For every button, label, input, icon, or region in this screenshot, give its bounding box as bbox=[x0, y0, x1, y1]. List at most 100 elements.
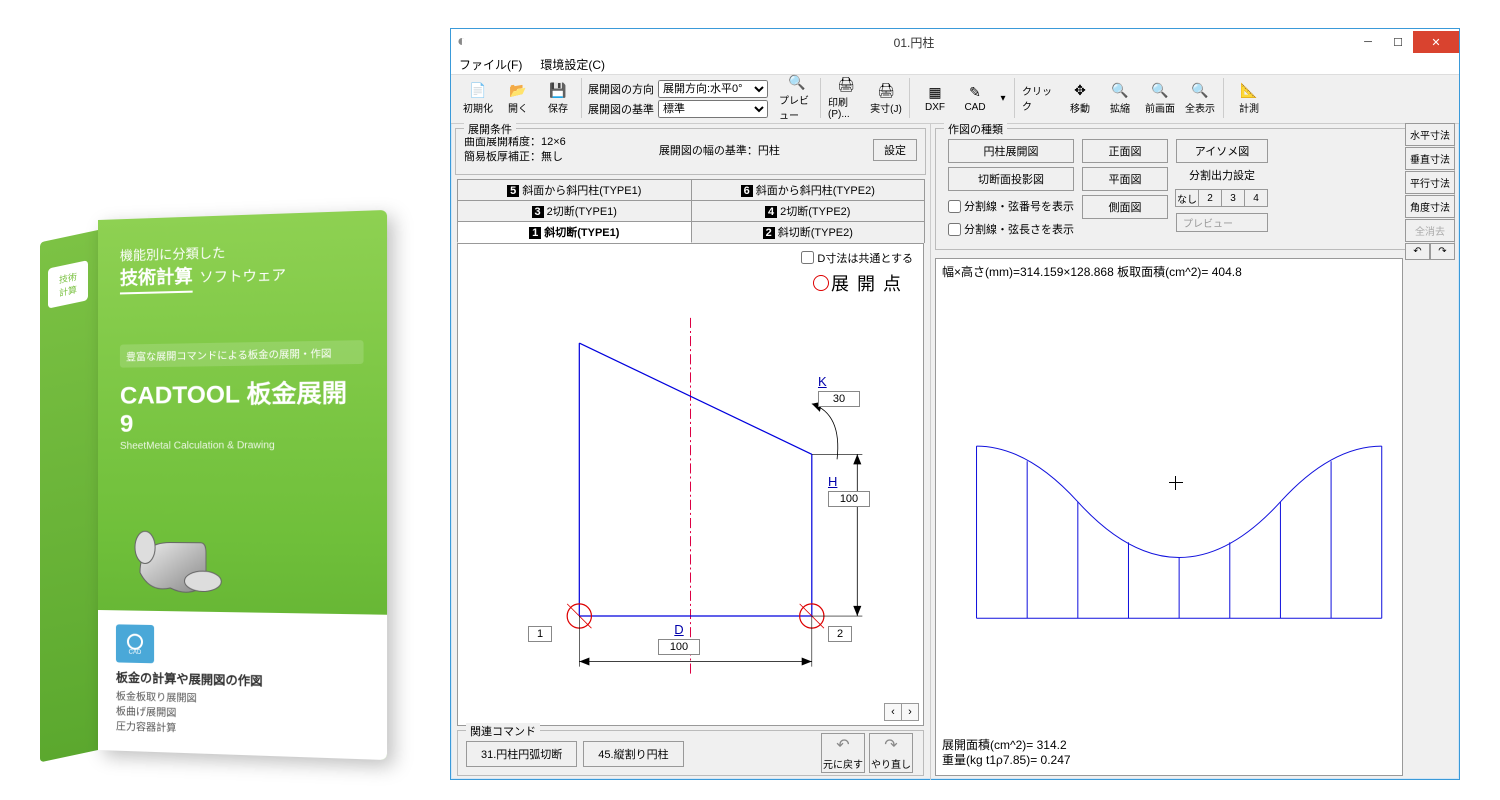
split-preview-button[interactable]: プレビュー bbox=[1176, 213, 1268, 232]
tab-2[interactable]: 2斜切断(TYPE2) bbox=[691, 221, 926, 243]
d-input[interactable] bbox=[658, 639, 700, 655]
chord-length-checkbox[interactable]: 分割線・弦長さを表示 bbox=[948, 221, 1074, 237]
point2-label bbox=[828, 626, 852, 642]
related-btn-1[interactable]: 31.円柱円弧切断 bbox=[466, 741, 577, 767]
print-button[interactable]: 🖨印刷(P)... bbox=[827, 78, 865, 118]
unfold-view-button[interactable]: 円柱展開図 bbox=[948, 139, 1074, 163]
adim-button[interactable]: 角度寸法 bbox=[1405, 195, 1455, 218]
split-2-button[interactable]: 2 bbox=[1198, 189, 1222, 207]
redo-icon: ↷ bbox=[884, 735, 897, 755]
base-select[interactable]: 標準 bbox=[658, 100, 768, 118]
cad-button[interactable]: ✎CAD bbox=[956, 78, 994, 118]
magnifier-icon: 🔍 bbox=[788, 74, 806, 91]
realsize-button[interactable]: 🖨実寸(J) bbox=[867, 78, 905, 118]
settings-button[interactable]: 設定 bbox=[873, 139, 917, 161]
dim-undo-button[interactable]: ↶ bbox=[1405, 243, 1430, 260]
base-label: 展開図の基準 bbox=[588, 101, 654, 117]
save-button[interactable]: 💾保存 bbox=[539, 78, 577, 118]
spine-logo: 技術計算 bbox=[48, 260, 88, 309]
printer-icon: 🖨 bbox=[877, 81, 895, 99]
figure-types-group: 作図の種類 円柱展開図 切断面投影図 分割線・弦番号を表示 分割線・弦長さを表示… bbox=[935, 128, 1455, 250]
clear-dims-button[interactable]: 全消去 bbox=[1405, 219, 1455, 242]
product-box: 技術計算 機能別に分類した 技術計算 ソフトウェア 豊富な展開コマンドによる板金… bbox=[40, 220, 380, 770]
zoom-icon: 🔍 bbox=[1111, 81, 1129, 99]
box-title-en: SheetMetal Calculation & Drawing bbox=[120, 439, 364, 451]
window-title: 01.円柱 bbox=[475, 34, 1353, 51]
hdim-button[interactable]: 水平寸法 bbox=[1405, 123, 1455, 146]
click-mode-button[interactable]: クリック bbox=[1021, 78, 1059, 118]
box-title: CADTOOL 板金展開 9 bbox=[120, 372, 364, 439]
close-button[interactable]: ✕ bbox=[1413, 31, 1459, 53]
direction-select[interactable]: 展開方向:水平0° bbox=[658, 80, 768, 98]
point1-label bbox=[528, 626, 552, 642]
related-btn-2[interactable]: 45.縦割り円柱 bbox=[583, 741, 683, 767]
box-front: 機能別に分類した 技術計算 ソフトウェア 豊富な展開コマンドによる板金の展開・作… bbox=[98, 210, 387, 760]
plan-view-button[interactable]: 平面図 bbox=[1082, 167, 1168, 191]
box-white-title: 板金の計算や展開図の作図 bbox=[116, 668, 368, 692]
printer-icon: 🖨 bbox=[837, 76, 855, 93]
open-button[interactable]: 📂開く bbox=[499, 78, 537, 118]
split-4-button[interactable]: 4 bbox=[1244, 189, 1268, 207]
iso-view-button[interactable]: アイソメ図 bbox=[1176, 139, 1268, 163]
conditions-group: 展開条件 曲面展開精度：12×6 簡易板厚補正：無し 展開図の幅の基準：円柱 設… bbox=[455, 128, 926, 175]
box-white-panel: CAD 板金の計算や展開図の作図 板金板取り展開図 板曲げ展開図 圧力容器計算 bbox=[98, 610, 387, 760]
left-panel: 展開条件 曲面展開精度：12×6 簡易板厚補正：無し 展開図の幅の基準：円柱 設… bbox=[451, 124, 931, 780]
tab-4[interactable]: 42切断(TYPE2) bbox=[691, 200, 926, 221]
app-icon: ◐ bbox=[457, 33, 475, 51]
split-3-button[interactable]: 3 bbox=[1221, 189, 1245, 207]
undo-button[interactable]: ↶元に戻す bbox=[821, 733, 865, 773]
tab-6[interactable]: 6斜面から斜円柱(TYPE2) bbox=[691, 179, 926, 200]
right-panel: 作図の種類 円柱展開図 切断面投影図 分割線・弦番号を表示 分割線・弦長さを表示… bbox=[931, 124, 1459, 780]
menu-env[interactable]: 環境設定(C) bbox=[540, 56, 605, 73]
tab-next-button[interactable]: › bbox=[901, 703, 919, 721]
box-spine: 技術計算 bbox=[40, 230, 98, 762]
dropdown-button[interactable]: ▾ bbox=[996, 78, 1010, 118]
chevron-down-icon: ▾ bbox=[1000, 93, 1005, 104]
vdim-button[interactable]: 垂直寸法 bbox=[1405, 147, 1455, 170]
measure-button[interactable]: 📐計測 bbox=[1230, 78, 1268, 118]
tab-3[interactable]: 32切断(TYPE1) bbox=[457, 200, 692, 221]
canvas-info-text: 幅×高さ(mm)=314.159×128.868 板取面積(cm^2)= 404… bbox=[942, 263, 1242, 280]
back-icon: 🔍 bbox=[1151, 81, 1169, 99]
diagram-panel: D寸法は共通とする 展開点 bbox=[457, 243, 924, 726]
dxf-button[interactable]: ▦DXF bbox=[916, 78, 954, 118]
move-icon: ✥ bbox=[1071, 81, 1089, 99]
side-view-button[interactable]: 側面図 bbox=[1082, 195, 1168, 219]
drawing-canvas[interactable]: 幅×高さ(mm)=314.159×128.868 板取面積(cm^2)= 404… bbox=[935, 258, 1403, 776]
unfold-svg bbox=[936, 259, 1402, 775]
pdim-button[interactable]: 平行寸法 bbox=[1405, 171, 1455, 194]
dxf-icon: ▦ bbox=[926, 83, 944, 101]
init-button[interactable]: 📄初期化 bbox=[459, 78, 497, 118]
direction-label: 展開図の方向 bbox=[588, 81, 654, 97]
tab-prev-button[interactable]: ‹ bbox=[884, 703, 902, 721]
menu-file[interactable]: ファイル(F) bbox=[459, 56, 522, 73]
minimize-button[interactable]: ─ bbox=[1353, 31, 1383, 53]
tab-nav: ‹ › bbox=[885, 703, 919, 721]
h-input[interactable] bbox=[828, 491, 870, 507]
k-label: K bbox=[818, 374, 860, 389]
box-tagline-bold: 技術計算 bbox=[120, 262, 193, 294]
prev-view-button[interactable]: 🔍前画面 bbox=[1141, 78, 1179, 118]
section-view-button[interactable]: 切断面投影図 bbox=[948, 167, 1074, 191]
dimension-sidebar: 水平寸法 垂直寸法 平行寸法 角度寸法 全消去 ↶ ↷ bbox=[1405, 123, 1455, 260]
maximize-button[interactable]: ☐ bbox=[1383, 31, 1413, 53]
preview-button[interactable]: 🔍プレビュー bbox=[778, 78, 816, 118]
move-button[interactable]: ✥移動 bbox=[1061, 78, 1099, 118]
split-none-button[interactable]: なし bbox=[1175, 189, 1199, 207]
save-icon: 💾 bbox=[549, 81, 567, 99]
tab-1[interactable]: 1斜切断(TYPE1) bbox=[457, 221, 692, 243]
box-subtitle: 豊富な展開コマンドによる板金の展開・作図 bbox=[120, 340, 364, 368]
k-input[interactable] bbox=[818, 391, 860, 407]
dim-redo-button[interactable]: ↷ bbox=[1430, 243, 1455, 260]
zoom-button[interactable]: 🔍拡縮 bbox=[1101, 78, 1139, 118]
red-circle-icon bbox=[813, 275, 829, 291]
front-view-button[interactable]: 正面図 bbox=[1082, 139, 1168, 163]
ruler-icon: 📐 bbox=[1240, 81, 1258, 99]
d-common-checkbox[interactable]: D寸法は共通とする bbox=[801, 250, 913, 266]
redo-button[interactable]: ↷やり直し bbox=[869, 733, 913, 773]
cad-icon: ✎ bbox=[966, 83, 984, 101]
app-window: ◐ 01.円柱 ─ ☐ ✕ ファイル(F) 環境設定(C) 📄初期化 📂開く 💾… bbox=[450, 28, 1460, 780]
fit-all-button[interactable]: 🔍全表示 bbox=[1181, 78, 1219, 118]
tab-5[interactable]: 5斜面から斜円柱(TYPE1) bbox=[457, 179, 692, 200]
chord-number-checkbox[interactable]: 分割線・弦番号を表示 bbox=[948, 198, 1074, 214]
